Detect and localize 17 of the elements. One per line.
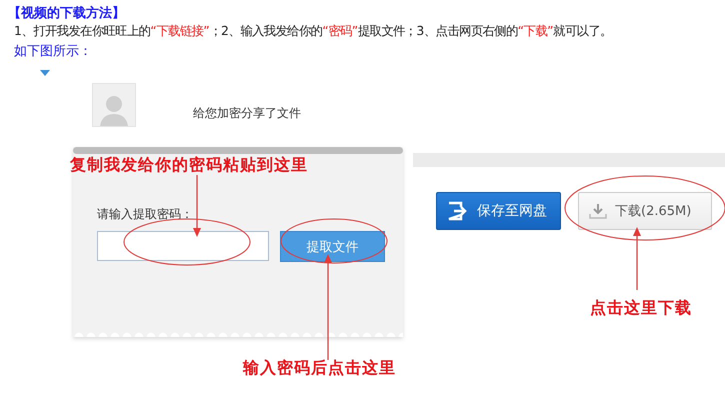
avatar	[92, 83, 136, 127]
annotation-label: 复制我发给你的密码粘贴到这里	[70, 155, 308, 176]
annotation-label: 输入密码后点击这里	[243, 358, 396, 379]
password-field[interactable]	[97, 231, 269, 261]
instruction-text: 1、打开我发在你旺旺上的“下载链接”；2、输入我发给你的“密码”提取文件；3、点击网页右侧的“下载”就可以了。	[13, 23, 613, 40]
arrow	[193, 175, 201, 237]
note-text: 如下图所示：	[13, 43, 93, 61]
download-icon	[589, 203, 607, 219]
annotation-label: 点击这里下载	[590, 298, 692, 319]
download-button[interactable]: 下载(2.65M)	[578, 192, 712, 230]
arrow	[633, 227, 641, 290]
password-label: 请输入提取密码：	[97, 206, 194, 223]
section-heading: 【视频的下载方法】	[7, 4, 126, 23]
triangle-icon	[40, 70, 50, 76]
save-button[interactable]: 保存至网盘	[436, 192, 561, 230]
extract-button[interactable]: 提取文件	[280, 231, 385, 262]
share-message: 给您加密分享了文件	[193, 105, 301, 122]
